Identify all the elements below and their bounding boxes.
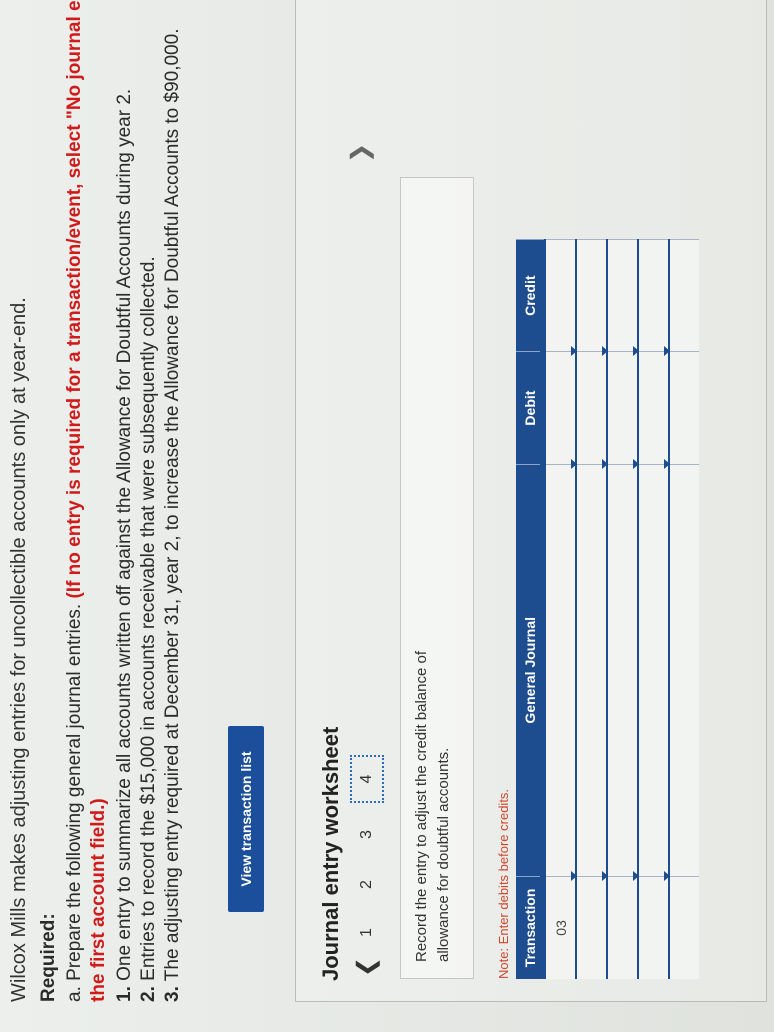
account-select[interactable] [607,464,638,877]
account-select[interactable] [669,464,699,877]
account-select[interactable] [545,464,576,877]
debit-input[interactable] [576,351,607,465]
debit-input[interactable] [607,351,638,465]
transaction-cell [576,876,607,979]
col-general-journal: General Journal [516,464,545,877]
step-1[interactable]: 1 [358,928,376,937]
col-transaction: Transaction [516,876,545,979]
photo-viewport: Wilcox Mills makes adjusting entries for… [0,0,774,1032]
debit-input[interactable] [669,351,699,465]
debit-input[interactable] [545,351,576,465]
chevron-right-icon[interactable]: ❯ [346,143,375,163]
credit-input[interactable] [638,239,669,352]
worksheet-title: Journal entry worksheet [318,726,343,981]
item-1-number: 1. [114,986,135,1002]
requirement-item-2: 2. Entries to record the $15,000 in acco… [138,256,160,1002]
transaction-cell: 03 [545,876,576,979]
credit-input[interactable] [607,239,638,352]
step-4-active[interactable]: 4 [350,755,384,803]
requirement-item-3: 3. The adjusting entry required at Decem… [162,29,184,1002]
credit-input[interactable] [576,239,607,352]
problem-intro: Wilcox Mills makes adjusting entries for… [8,297,30,1002]
col-debit: Debit [516,351,545,465]
transaction-cell [607,876,638,979]
item-2-number: 2. [138,986,159,1002]
item-2-text: Entries to record the $15,000 in account… [138,256,159,981]
journal-table: Transaction General Journal Debit Credit… [516,239,699,979]
item-3-text: The adjusting entry required at December… [162,28,183,982]
rotated-page: Wilcox Mills makes adjusting entries for… [0,0,774,1032]
requirement-item-1: 1. One entry to summarize all accounts w… [114,89,136,1002]
table-row [669,239,699,979]
item-3-number: 3. [162,986,183,1002]
part-a-red-note: (If no entry is required for a transacti… [64,0,85,599]
credit-input[interactable] [669,239,699,352]
transaction-cell [669,876,699,979]
transaction-cell [638,876,669,979]
col-credit: Credit [516,239,545,352]
part-a-prefix: a. Prepare the following general journal… [64,603,85,1002]
part-a-red-note-cont: the first account field.) [88,798,109,1002]
debit-input[interactable] [638,351,669,465]
account-select[interactable] [638,464,669,877]
step-3[interactable]: 3 [358,830,376,839]
view-transaction-list-button[interactable]: View transaction list [228,726,264,912]
account-select[interactable] [576,464,607,877]
part-a-instruction: a. Prepare the following general journal… [64,0,86,1002]
step-2[interactable]: 2 [358,880,376,889]
required-heading: Required: [38,913,59,1002]
instruction-box: Record the entry to adjust the credit ba… [400,177,474,979]
item-1-text: One entry to summarize all accounts writ… [114,88,135,981]
credit-input[interactable] [545,239,576,352]
chevron-left-icon[interactable]: ❮ [352,957,381,977]
note-text: Note: Enter debits before credits. [496,788,511,979]
instruction-text: Record the entry to adjust the credit ba… [413,650,452,962]
journal-entry-worksheet: Journal entry worksheet ❮ 1 2 3 4 ❯ Reco… [295,0,767,1002]
